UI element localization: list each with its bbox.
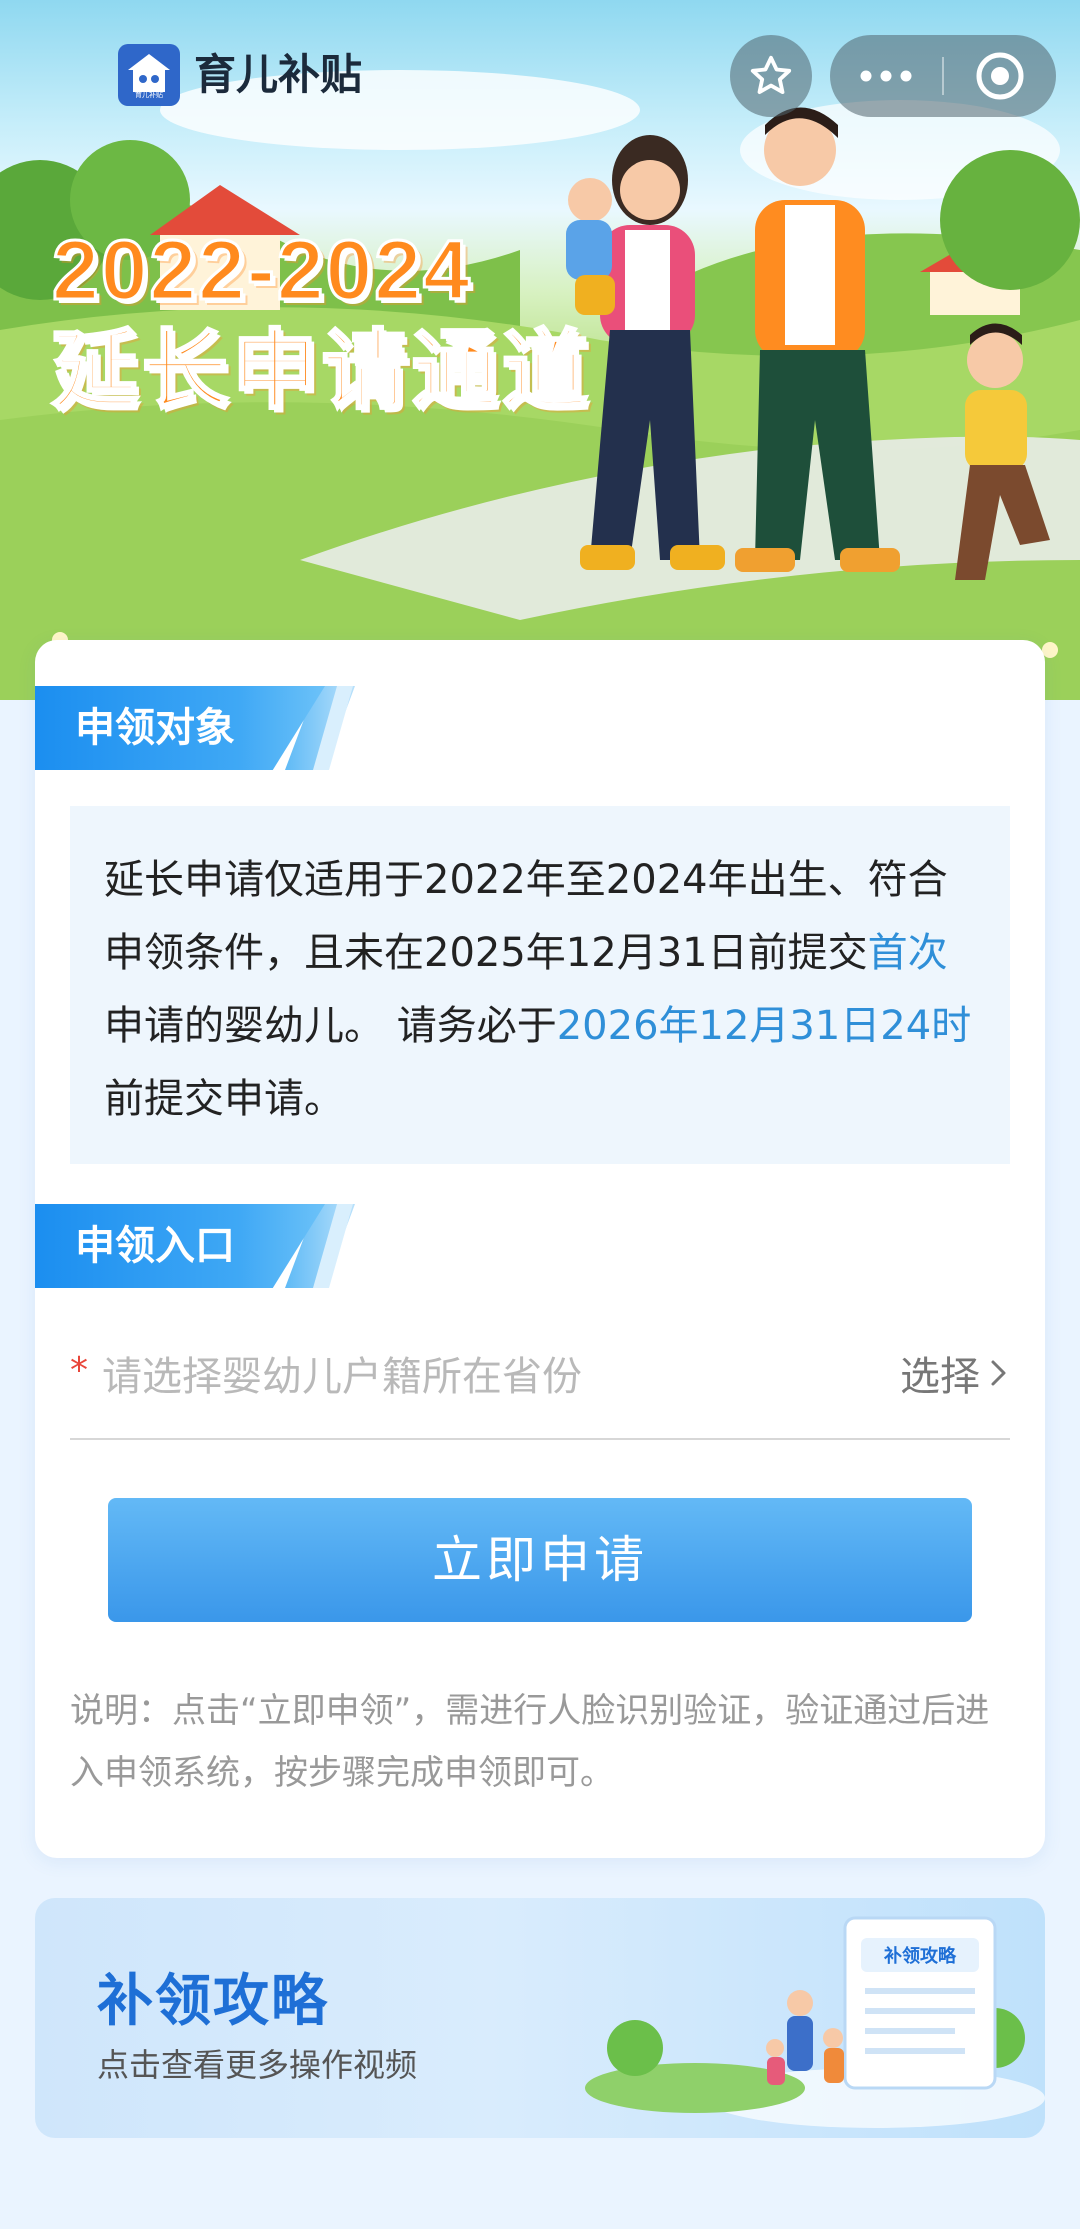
eligibility-notice: 延长申请仅适用于2022年至2024年出生、符合申领条件，且未在2025年12月… (70, 806, 1010, 1164)
notice-highlight-first: 首次 (867, 930, 948, 976)
select-button[interactable]: 选择 (900, 1344, 1010, 1402)
hero-subtitle: 延长申请通道 (51, 321, 592, 421)
province-placeholder: 请选择婴幼儿户籍所在省份 (102, 1354, 582, 1400)
section-tag-entry: 申领入口 (35, 1204, 325, 1288)
chevron-right-icon (991, 1360, 1006, 1386)
guide-subtitle: 点击查看更多操作视频 (97, 2046, 418, 2084)
guide-doc-label: 补领攻略 (883, 1945, 957, 1967)
notice-text-1: 延长申请仅适用于2022年至2024年出生、符合申领条件，且未在2025年12月… (104, 857, 948, 976)
favorite-button[interactable] (730, 35, 812, 117)
logo-caption: 育儿补贴 (135, 90, 163, 99)
app-title: 育儿补贴 (194, 50, 363, 99)
close-button[interactable] (944, 35, 1056, 117)
more-button[interactable] (830, 35, 942, 117)
miniprogram-capsule (830, 35, 1056, 117)
province-select-row[interactable]: * 请选择婴幼儿户籍所在省份 选择 (70, 1308, 1010, 1440)
app-logo: 育儿补贴 (118, 44, 180, 106)
target-close-icon (976, 52, 1024, 100)
guide-banner[interactable]: 补领攻略 点击查看更多操作视频 补领攻略 (35, 1898, 1045, 2138)
apply-now-button[interactable]: 立即申请 (108, 1498, 972, 1622)
instruction-note: 说明：点击“立即申领”，需进行人脸识别验证，验证通过后进入申领系统，按步骤完成申… (70, 1691, 990, 1793)
top-nav-bar: 育儿补贴 育儿补贴 (0, 30, 1080, 120)
guide-illustration: 补领攻略 (585, 1916, 1045, 2128)
notice-text-2: 申请的婴幼儿。 请务必于 (104, 1003, 557, 1049)
more-dots-icon (860, 70, 912, 82)
section-tag-eligibility: 申领对象 (35, 686, 325, 770)
guide-title: 补领攻略 (97, 1969, 329, 2034)
hero-title: 2022-2024 (51, 223, 472, 317)
family-logo-icon: 育儿补贴 (128, 54, 170, 99)
select-label: 选择 (900, 1354, 980, 1400)
notice-highlight-deadline: 2026年12月31日24时 (556, 1003, 972, 1049)
star-icon (750, 55, 792, 95)
required-mark: * (70, 1350, 88, 1391)
notice-text-3: 前提交申请。 (104, 1076, 344, 1122)
application-card: 申领对象 延长申请仅适用于2022年至2024年出生、符合申领条件，且未在202… (35, 640, 1045, 1858)
